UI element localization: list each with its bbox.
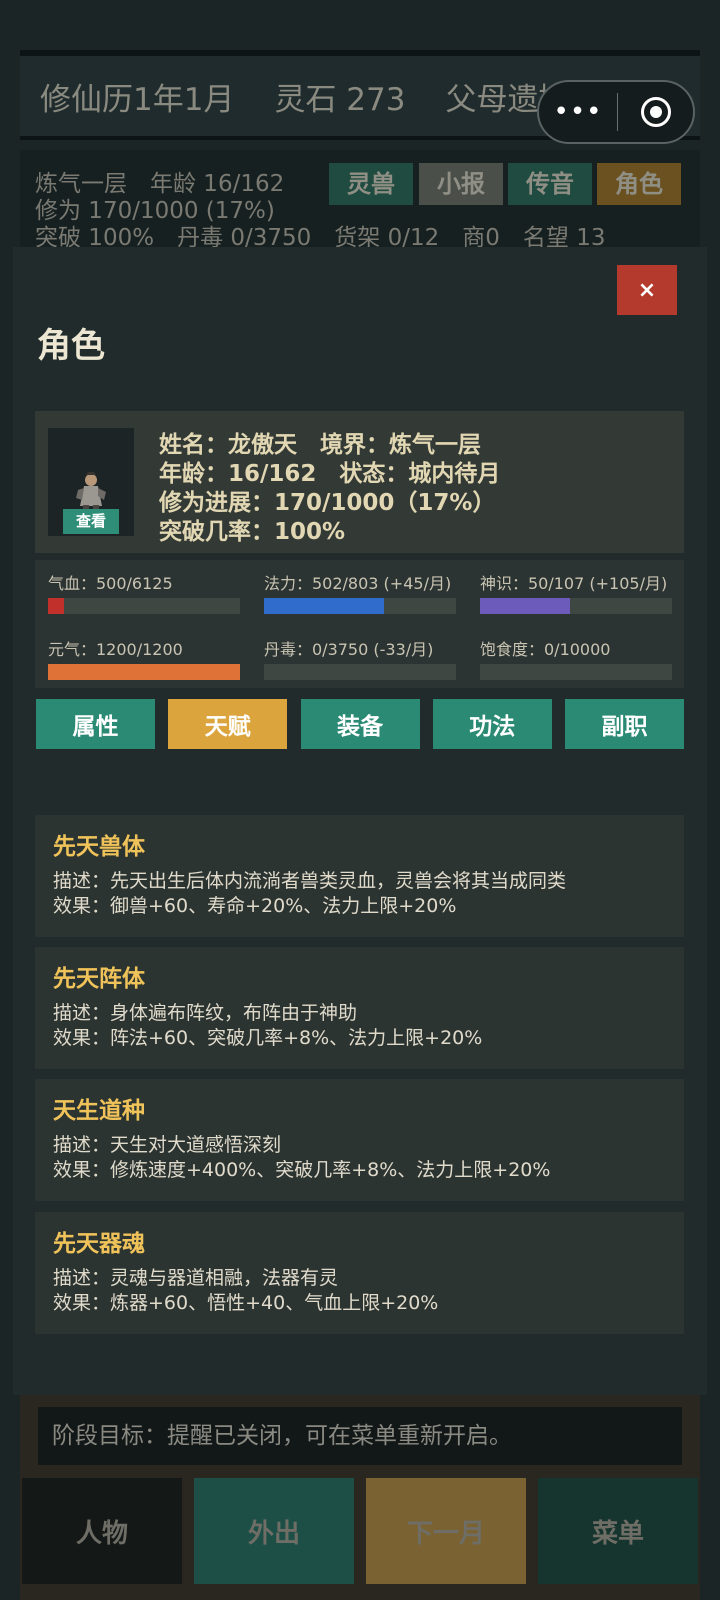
- talent-effect: 效果：修炼速度+400%、突破几率+8%、法力上限+20%: [53, 1159, 551, 1181]
- talent-name: 先天阵体: [53, 966, 145, 992]
- vitality-bar: [48, 664, 240, 680]
- bottom-nav: 人物 外出 下一月 菜单: [22, 1478, 698, 1584]
- calendar-date: 修仙历1年1月: [40, 81, 235, 118]
- spirit-sense-bar-fill: [480, 598, 570, 614]
- satiety-bar: [480, 664, 672, 680]
- stage-goal: 阶段目标：提醒已关闭，可在菜单重新开启。: [38, 1407, 682, 1465]
- profile-breakthrough: 突破几率：100%: [159, 519, 346, 545]
- talent-description: 描述：天生对大道感悟深刻: [53, 1134, 282, 1156]
- nav-go-out[interactable]: 外出: [194, 1478, 354, 1584]
- mana-label: 法力：502/803 (+45/月): [264, 574, 452, 593]
- talent-name: 先天器魂: [53, 1231, 145, 1257]
- character-button[interactable]: 角色: [597, 163, 681, 205]
- tab-talents[interactable]: 天赋: [168, 699, 288, 749]
- pill-toxin-bar: [264, 664, 456, 680]
- spirit-beast-button[interactable]: 灵兽: [329, 163, 413, 205]
- character-tabs: 属性 天赋 装备 功法 副职: [36, 699, 684, 749]
- miniprogram-capsule: •••: [537, 80, 695, 144]
- spirit-stones: 灵石 273: [274, 81, 406, 118]
- talent-description: 描述：灵魂与器道相融，法器有灵: [53, 1267, 339, 1289]
- close-program-button[interactable]: [618, 97, 693, 127]
- spirit-sense-label: 神识：50/107 (+105/月): [480, 574, 668, 593]
- vitality-label: 元气：1200/1200: [48, 640, 183, 659]
- talent-effect: 效果：御兽+60、寿命+20%、法力上限+20%: [53, 895, 457, 917]
- view-portrait-button[interactable]: 查看: [63, 509, 119, 534]
- talent-card: 先天兽体 描述：先天出生后体内流淌者兽类灵血，灵兽会将其当成同类 效果：御兽+6…: [35, 815, 684, 937]
- talent-description: 描述：先天出生后体内流淌者兽类灵血，灵兽会将其当成同类: [53, 870, 567, 892]
- modal-title: 角色: [37, 326, 105, 366]
- tab-attributes[interactable]: 属性: [36, 699, 155, 749]
- spirit-sense-bar: [480, 598, 672, 614]
- vitality-bar-fill: [48, 664, 240, 680]
- talent-name: 天生道种: [53, 1098, 145, 1124]
- talent-card: 天生道种 描述：天生对大道感悟深刻 效果：修炼速度+400%、突破几率+8%、法…: [35, 1079, 684, 1201]
- close-button[interactable]: ×: [617, 265, 677, 315]
- satiety-label: 饱食度：0/10000: [480, 640, 611, 659]
- talent-effect: 效果：炼器+60、悟性+40、气血上限+20%: [53, 1292, 439, 1314]
- tab-equipment[interactable]: 装备: [300, 699, 420, 749]
- hp-label: 气血：500/6125: [48, 574, 173, 593]
- more-icon[interactable]: •••: [539, 97, 617, 127]
- nav-menu[interactable]: 菜单: [538, 1478, 698, 1584]
- message-button[interactable]: 传音: [508, 163, 592, 205]
- hp-bar-fill: [48, 598, 64, 614]
- tab-techniques[interactable]: 功法: [432, 699, 552, 749]
- mana-bar-fill: [264, 598, 384, 614]
- talent-effect: 效果：阵法+60、突破几率+8%、法力上限+20%: [53, 1027, 483, 1049]
- talent-name: 先天兽体: [53, 834, 145, 860]
- newspaper-button[interactable]: 小报: [419, 163, 503, 205]
- hp-bar: [48, 598, 240, 614]
- talent-description: 描述：身体遍布阵纹，布阵由于神助: [53, 1002, 358, 1024]
- pill-toxin-label: 丹毒：0/3750 (-33/月): [264, 640, 434, 659]
- nav-next-month[interactable]: 下一月: [366, 1478, 526, 1584]
- mana-bar: [264, 598, 456, 614]
- record-icon: [640, 97, 671, 127]
- tab-side-jobs[interactable]: 副职: [565, 699, 684, 749]
- talent-card: 先天器魂 描述：灵魂与器道相融，法器有灵 效果：炼器+60、悟性+40、气血上限…: [35, 1212, 684, 1334]
- nav-character[interactable]: 人物: [22, 1478, 182, 1584]
- talent-card: 先天阵体 描述：身体遍布阵纹，布阵由于神助 效果：阵法+60、突破几率+8%、法…: [35, 947, 684, 1069]
